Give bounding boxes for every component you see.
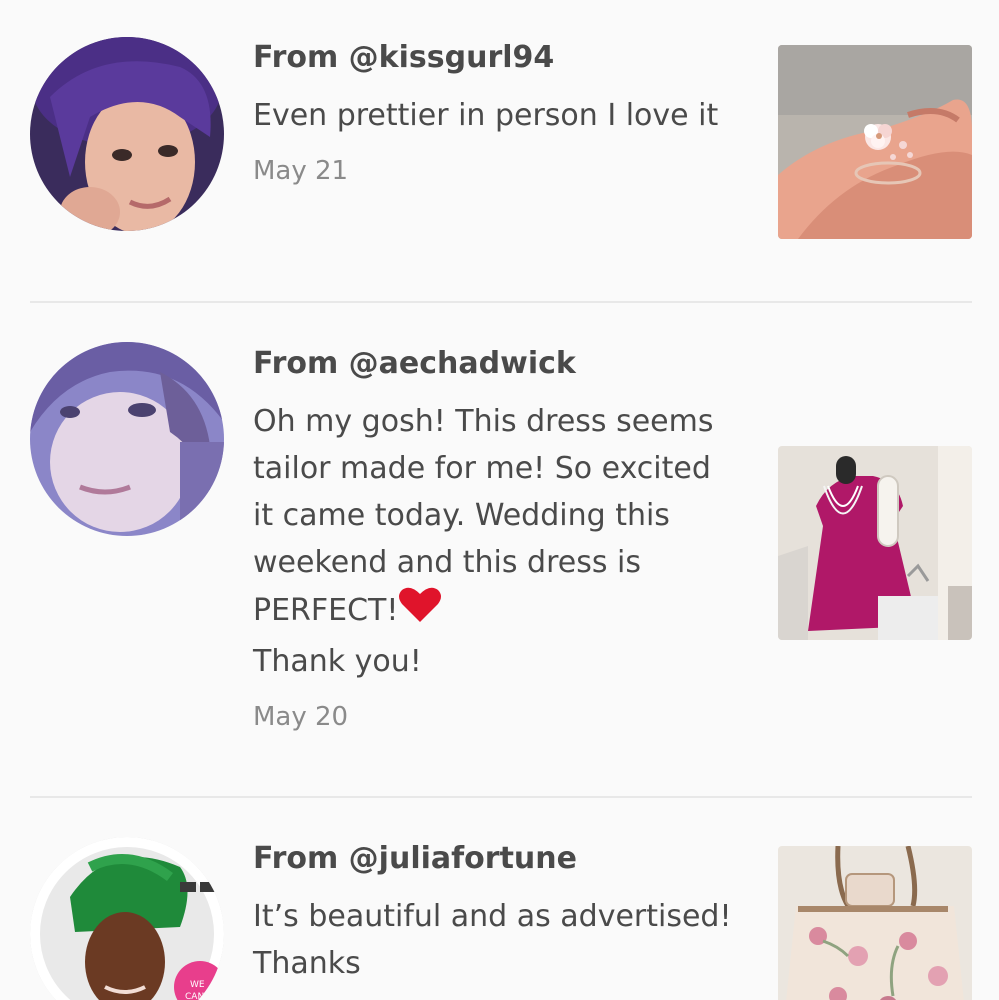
review-photo[interactable] (778, 846, 972, 1000)
review-date: May 20 (253, 702, 349, 732)
review-text: Oh my gosh! This dress seems tailor made… (253, 398, 733, 685)
divider (30, 796, 972, 798)
svg-text:CAN: CAN (185, 992, 204, 1000)
svg-text:WE: WE (190, 980, 205, 990)
divider (30, 301, 972, 303)
review-feed: From @kissgurl94 Even prettier in person… (0, 0, 999, 1000)
review-text-end: Thank you! (253, 644, 422, 679)
avatar[interactable] (30, 342, 224, 536)
avatar[interactable]: WE CAN (30, 837, 224, 1000)
reviewer-handle[interactable]: From @aechadwick (253, 344, 753, 384)
reviewer-handle[interactable]: From @kissgurl94 (253, 38, 753, 78)
review-text: It’s beautiful and as advertised! Thanks (253, 899, 732, 981)
avatar[interactable] (30, 37, 224, 231)
red-heart-icon (398, 586, 442, 638)
review-text: Even prettier in person I love it (253, 98, 719, 133)
review-photo[interactable] (778, 45, 972, 239)
reviewer-handle[interactable]: From @juliafortune (253, 839, 753, 879)
review-date: May 21 (253, 156, 349, 186)
review-text-main: Oh my gosh! This dress seems tailor made… (253, 404, 714, 628)
review-photo[interactable] (778, 446, 972, 640)
